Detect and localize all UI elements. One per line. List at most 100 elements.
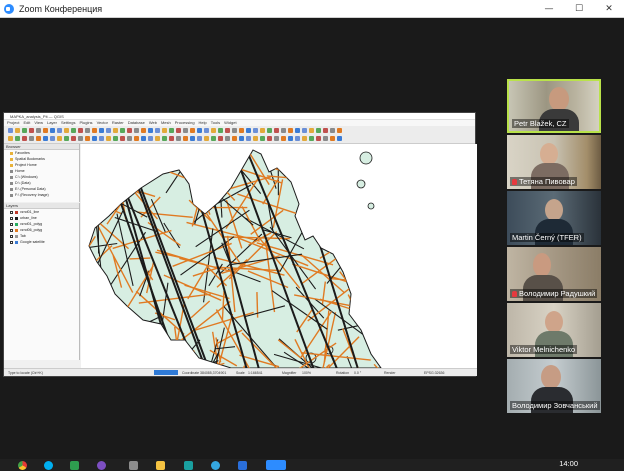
toolbar-tool-icon[interactable]: [134, 136, 139, 141]
toolbar-tool-icon[interactable]: [71, 136, 76, 141]
toolbar-tool-icon[interactable]: [8, 128, 13, 133]
toolbar-tool-icon[interactable]: [260, 136, 265, 141]
participant-tile-3[interactable]: Martin Černý (TFER): [507, 191, 601, 245]
toolbar-tool-icon[interactable]: [211, 128, 216, 133]
toolbar-tool-icon[interactable]: [302, 128, 307, 133]
browser-item[interactable]: F:\ (Recovery Image): [4, 192, 79, 198]
toolbar-tool-icon[interactable]: [43, 136, 48, 141]
toolbar-tool-icon[interactable]: [8, 136, 13, 141]
toolbar-tool-icon[interactable]: [141, 128, 146, 133]
toolbar-tool-icon[interactable]: [113, 128, 118, 133]
toolbar-tool-icon[interactable]: [316, 136, 321, 141]
maximize-button[interactable]: ☐: [564, 0, 594, 18]
toolbar-tool-icon[interactable]: [106, 128, 111, 133]
toolbar-tool-icon[interactable]: [50, 128, 55, 133]
toolbar-tool-icon[interactable]: [141, 136, 146, 141]
toolbar-tool-icon[interactable]: [288, 136, 293, 141]
toolbar-tool-icon[interactable]: [211, 136, 216, 141]
toolbar-tool-icon[interactable]: [183, 136, 188, 141]
toolbar-tool-icon[interactable]: [106, 136, 111, 141]
toolbar-tool-icon[interactable]: [50, 136, 55, 141]
participant-tile-6[interactable]: Володимир Зовчанський: [507, 359, 601, 413]
layer-item[interactable]: Google satellite: [4, 239, 79, 245]
toolbar-tool-icon[interactable]: [71, 128, 76, 133]
toolbar-tool-icon[interactable]: [120, 128, 125, 133]
toolbar-tool-icon[interactable]: [36, 136, 41, 141]
toolbar-tool-icon[interactable]: [197, 136, 202, 141]
toolbar-tool-icon[interactable]: [78, 136, 83, 141]
viber-icon[interactable]: [97, 461, 106, 470]
toolbar-tool-icon[interactable]: [92, 128, 97, 133]
toolbar-tool-icon[interactable]: [22, 128, 27, 133]
layer-checkbox[interactable]: [10, 216, 13, 220]
toolbar-tool-icon[interactable]: [155, 136, 160, 141]
toolbar-tool-icon[interactable]: [183, 128, 188, 133]
participant-tile-4[interactable]: Володимир Радушкий: [507, 247, 601, 301]
toolbar-tool-icon[interactable]: [281, 128, 286, 133]
telegram-icon[interactable]: [211, 461, 220, 470]
toolbar-tool-icon[interactable]: [127, 128, 132, 133]
toolbar-tool-icon[interactable]: [239, 136, 244, 141]
toolbar-tool-icon[interactable]: [85, 128, 90, 133]
toolbar-tool-icon[interactable]: [169, 128, 174, 133]
layer-checkbox[interactable]: [10, 240, 13, 244]
toolbar-tool-icon[interactable]: [330, 136, 335, 141]
toolbar-tool-icon[interactable]: [288, 128, 293, 133]
toolbar-tool-icon[interactable]: [148, 136, 153, 141]
toolbar-tool-icon[interactable]: [99, 128, 104, 133]
toolbar-tool-icon[interactable]: [309, 136, 314, 141]
toolbar-tool-icon[interactable]: [190, 136, 195, 141]
toolbar-tool-icon[interactable]: [197, 128, 202, 133]
toolbar-tool-icon[interactable]: [246, 128, 251, 133]
toolbar-tool-icon[interactable]: [232, 128, 237, 133]
toolbar-tool-icon[interactable]: [127, 136, 132, 141]
file-explorer-icon[interactable]: [156, 461, 165, 470]
zoom-taskbar-icon[interactable]: [266, 460, 286, 470]
toolbar-tool-icon[interactable]: [239, 128, 244, 133]
toolbar-tool-icon[interactable]: [330, 128, 335, 133]
toolbar-tool-icon[interactable]: [85, 136, 90, 141]
toolbar-tool-icon[interactable]: [15, 128, 20, 133]
toolbar-tool-icon[interactable]: [22, 136, 27, 141]
toolbar-tool-icon[interactable]: [64, 128, 69, 133]
layer-checkbox[interactable]: [10, 228, 13, 232]
locator-input[interactable]: Type to locate (Ctrl+K): [8, 369, 43, 377]
map-canvas[interactable]: [81, 144, 477, 368]
toolbar-tool-icon[interactable]: [134, 128, 139, 133]
toolbar-tool-icon[interactable]: [260, 128, 265, 133]
layer-checkbox[interactable]: [10, 210, 13, 214]
toolbar-tool-icon[interactable]: [120, 136, 125, 141]
crs-button[interactable]: EPSG:32636: [424, 369, 444, 377]
toolbar-tool-icon[interactable]: [274, 128, 279, 133]
toolbar-tool-icon[interactable]: [225, 128, 230, 133]
toolbar-tool-icon[interactable]: [323, 128, 328, 133]
close-button[interactable]: ✕: [594, 0, 624, 18]
toolbar-tool-icon[interactable]: [204, 136, 209, 141]
toolbar-tool-icon[interactable]: [148, 128, 153, 133]
toolbar-tool-icon[interactable]: [57, 136, 62, 141]
toolbar-tool-icon[interactable]: [232, 136, 237, 141]
toolbar-tool-icon[interactable]: [29, 128, 34, 133]
toolbar-tool-icon[interactable]: [309, 128, 314, 133]
toolbar-tool-icon[interactable]: [267, 136, 272, 141]
toolbar-tool-icon[interactable]: [64, 136, 69, 141]
toolbar-tool-icon[interactable]: [337, 136, 342, 141]
toolbar-tool-icon[interactable]: [295, 136, 300, 141]
toolbar-tool-icon[interactable]: [225, 136, 230, 141]
toolbar-tool-icon[interactable]: [274, 136, 279, 141]
participant-tile-1[interactable]: Petr Blažek, CZ: [507, 79, 601, 133]
toolbar-tool-icon[interactable]: [218, 128, 223, 133]
toolbar-tool-icon[interactable]: [323, 136, 328, 141]
minimize-button[interactable]: —: [534, 0, 564, 18]
skype-icon[interactable]: [44, 461, 53, 470]
toolbar-tool-icon[interactable]: [253, 136, 258, 141]
toolbar-tool-icon[interactable]: [176, 136, 181, 141]
toolbar-tool-icon[interactable]: [155, 128, 160, 133]
app-gray-icon[interactable]: [129, 461, 138, 470]
toolbar-tool-icon[interactable]: [15, 136, 20, 141]
app-blue-icon[interactable]: [238, 461, 247, 470]
layer-checkbox[interactable]: [10, 234, 13, 238]
toolbar-tool-icon[interactable]: [43, 128, 48, 133]
toolbar-tool-icon[interactable]: [295, 128, 300, 133]
toolbar-tool-icon[interactable]: [78, 128, 83, 133]
